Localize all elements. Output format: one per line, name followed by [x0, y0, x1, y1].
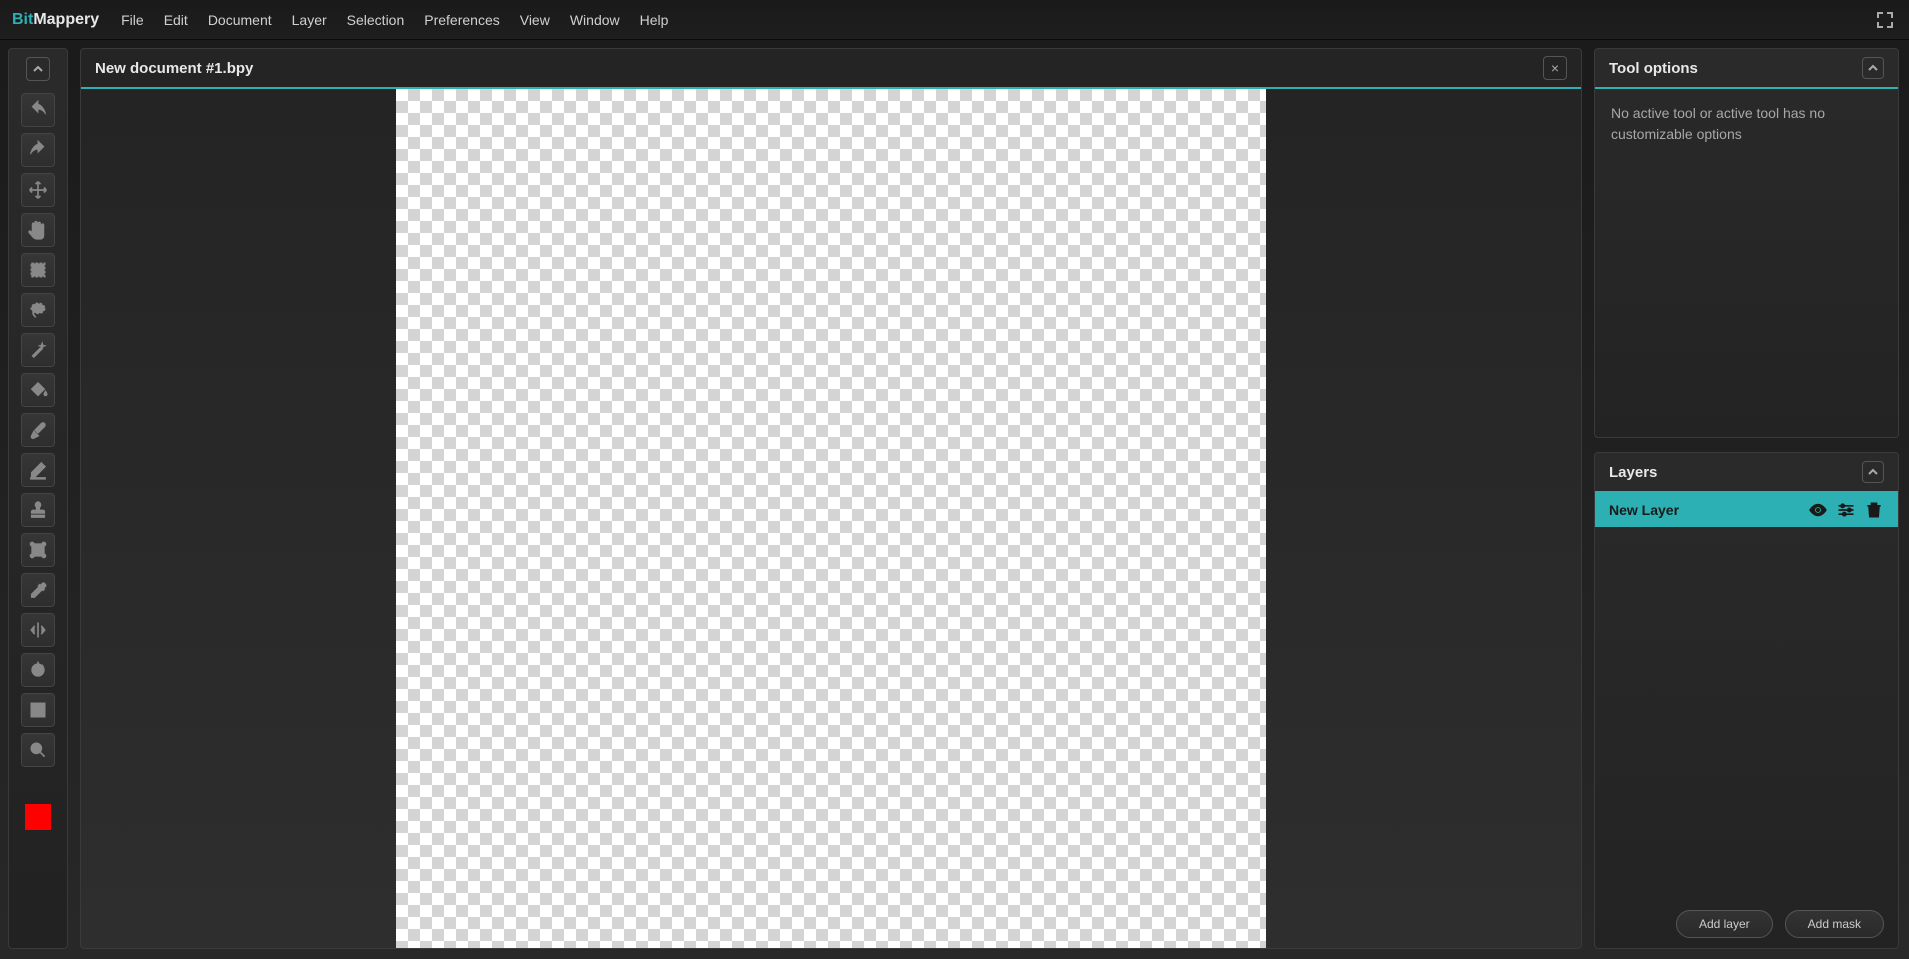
eye-icon [1808, 500, 1828, 520]
transform-icon [28, 540, 48, 560]
close-document-button[interactable]: × [1543, 56, 1567, 80]
menu-preferences[interactable]: Preferences [414, 6, 509, 34]
wand-icon [28, 340, 48, 360]
toolbar-collapse-button[interactable] [26, 57, 50, 81]
layer-row[interactable]: New Layer [1595, 493, 1898, 527]
pan-tool[interactable] [21, 213, 55, 247]
lasso-icon [28, 300, 48, 320]
app-logo: BitMappery [12, 11, 99, 29]
document-title: New document #1.bpy [95, 60, 1543, 77]
bucket-icon [28, 380, 48, 400]
layer-list: New Layer [1595, 493, 1898, 900]
chevron-up-icon [1867, 62, 1879, 74]
zoom-tool[interactable] [21, 733, 55, 767]
add-mask-button[interactable]: Add mask [1785, 910, 1884, 938]
fullscreen-icon[interactable] [1873, 8, 1897, 32]
menu-layer[interactable]: Layer [282, 6, 337, 34]
menu-file[interactable]: File [111, 6, 154, 34]
layer-visibility-button[interactable] [1808, 500, 1828, 520]
layer-delete-button[interactable] [1864, 500, 1884, 520]
redo-icon [28, 140, 48, 160]
canvas-area: New document #1.bpy × [80, 48, 1582, 949]
chevron-up-icon [1867, 466, 1879, 478]
menubar: BitMappery File Edit Document Layer Sele… [0, 0, 1909, 40]
layers-panel: Layers New Layer [1594, 452, 1899, 949]
undo-icon [28, 100, 48, 120]
fill-tool[interactable] [21, 373, 55, 407]
tool-options-message: No active tool or active tool has no cus… [1595, 89, 1898, 437]
rotate-icon [28, 660, 48, 680]
rotate-tool[interactable] [21, 653, 55, 687]
tool-options-panel: Tool options No active tool or active to… [1594, 48, 1899, 438]
layers-collapse-button[interactable] [1862, 461, 1884, 483]
canvas-header: New document #1.bpy × [81, 49, 1581, 89]
menu-help[interactable]: Help [630, 6, 679, 34]
clone-tool[interactable] [21, 493, 55, 527]
lasso-tool[interactable] [21, 293, 55, 327]
sliders-icon [1836, 500, 1856, 520]
rect-select-icon [28, 260, 48, 280]
tool-options-title: Tool options [1609, 60, 1862, 77]
layer-name: New Layer [1609, 500, 1800, 521]
foreground-color-swatch[interactable] [24, 803, 52, 831]
mirror-icon [28, 620, 48, 640]
undo-tool[interactable] [21, 93, 55, 127]
hand-icon [28, 220, 48, 240]
add-layer-button[interactable]: Add layer [1676, 910, 1773, 938]
rectangle-select-tool[interactable] [21, 253, 55, 287]
text-icon [28, 700, 48, 720]
canvas-viewport[interactable] [81, 89, 1581, 948]
tool-options-collapse-button[interactable] [1862, 57, 1884, 79]
eyedropper-icon [28, 580, 48, 600]
stamp-icon [28, 500, 48, 520]
zoom-icon [28, 740, 48, 760]
brush-icon [28, 420, 48, 440]
move-icon [28, 180, 48, 200]
logo-bit: Bit [12, 11, 33, 28]
layers-title: Layers [1609, 464, 1862, 481]
logo-mappery: Mappery [33, 11, 99, 28]
mirror-tool[interactable] [21, 613, 55, 647]
eyedropper-tool[interactable] [21, 573, 55, 607]
canvas[interactable] [396, 89, 1266, 948]
menu-selection[interactable]: Selection [337, 6, 415, 34]
menu-window[interactable]: Window [560, 6, 630, 34]
redo-tool[interactable] [21, 133, 55, 167]
menu-document[interactable]: Document [198, 6, 282, 34]
chevron-up-icon [32, 63, 44, 75]
wand-tool[interactable] [21, 333, 55, 367]
close-icon: × [1551, 60, 1559, 76]
eraser-icon [28, 460, 48, 480]
move-tool[interactable] [21, 173, 55, 207]
toolbar [8, 48, 68, 949]
trash-icon [1864, 500, 1884, 520]
menu-view[interactable]: View [510, 6, 560, 34]
menu-edit[interactable]: Edit [154, 6, 198, 34]
transform-tool[interactable] [21, 533, 55, 567]
brush-tool[interactable] [21, 413, 55, 447]
text-tool[interactable] [21, 693, 55, 727]
eraser-tool[interactable] [21, 453, 55, 487]
layer-settings-button[interactable] [1836, 500, 1856, 520]
